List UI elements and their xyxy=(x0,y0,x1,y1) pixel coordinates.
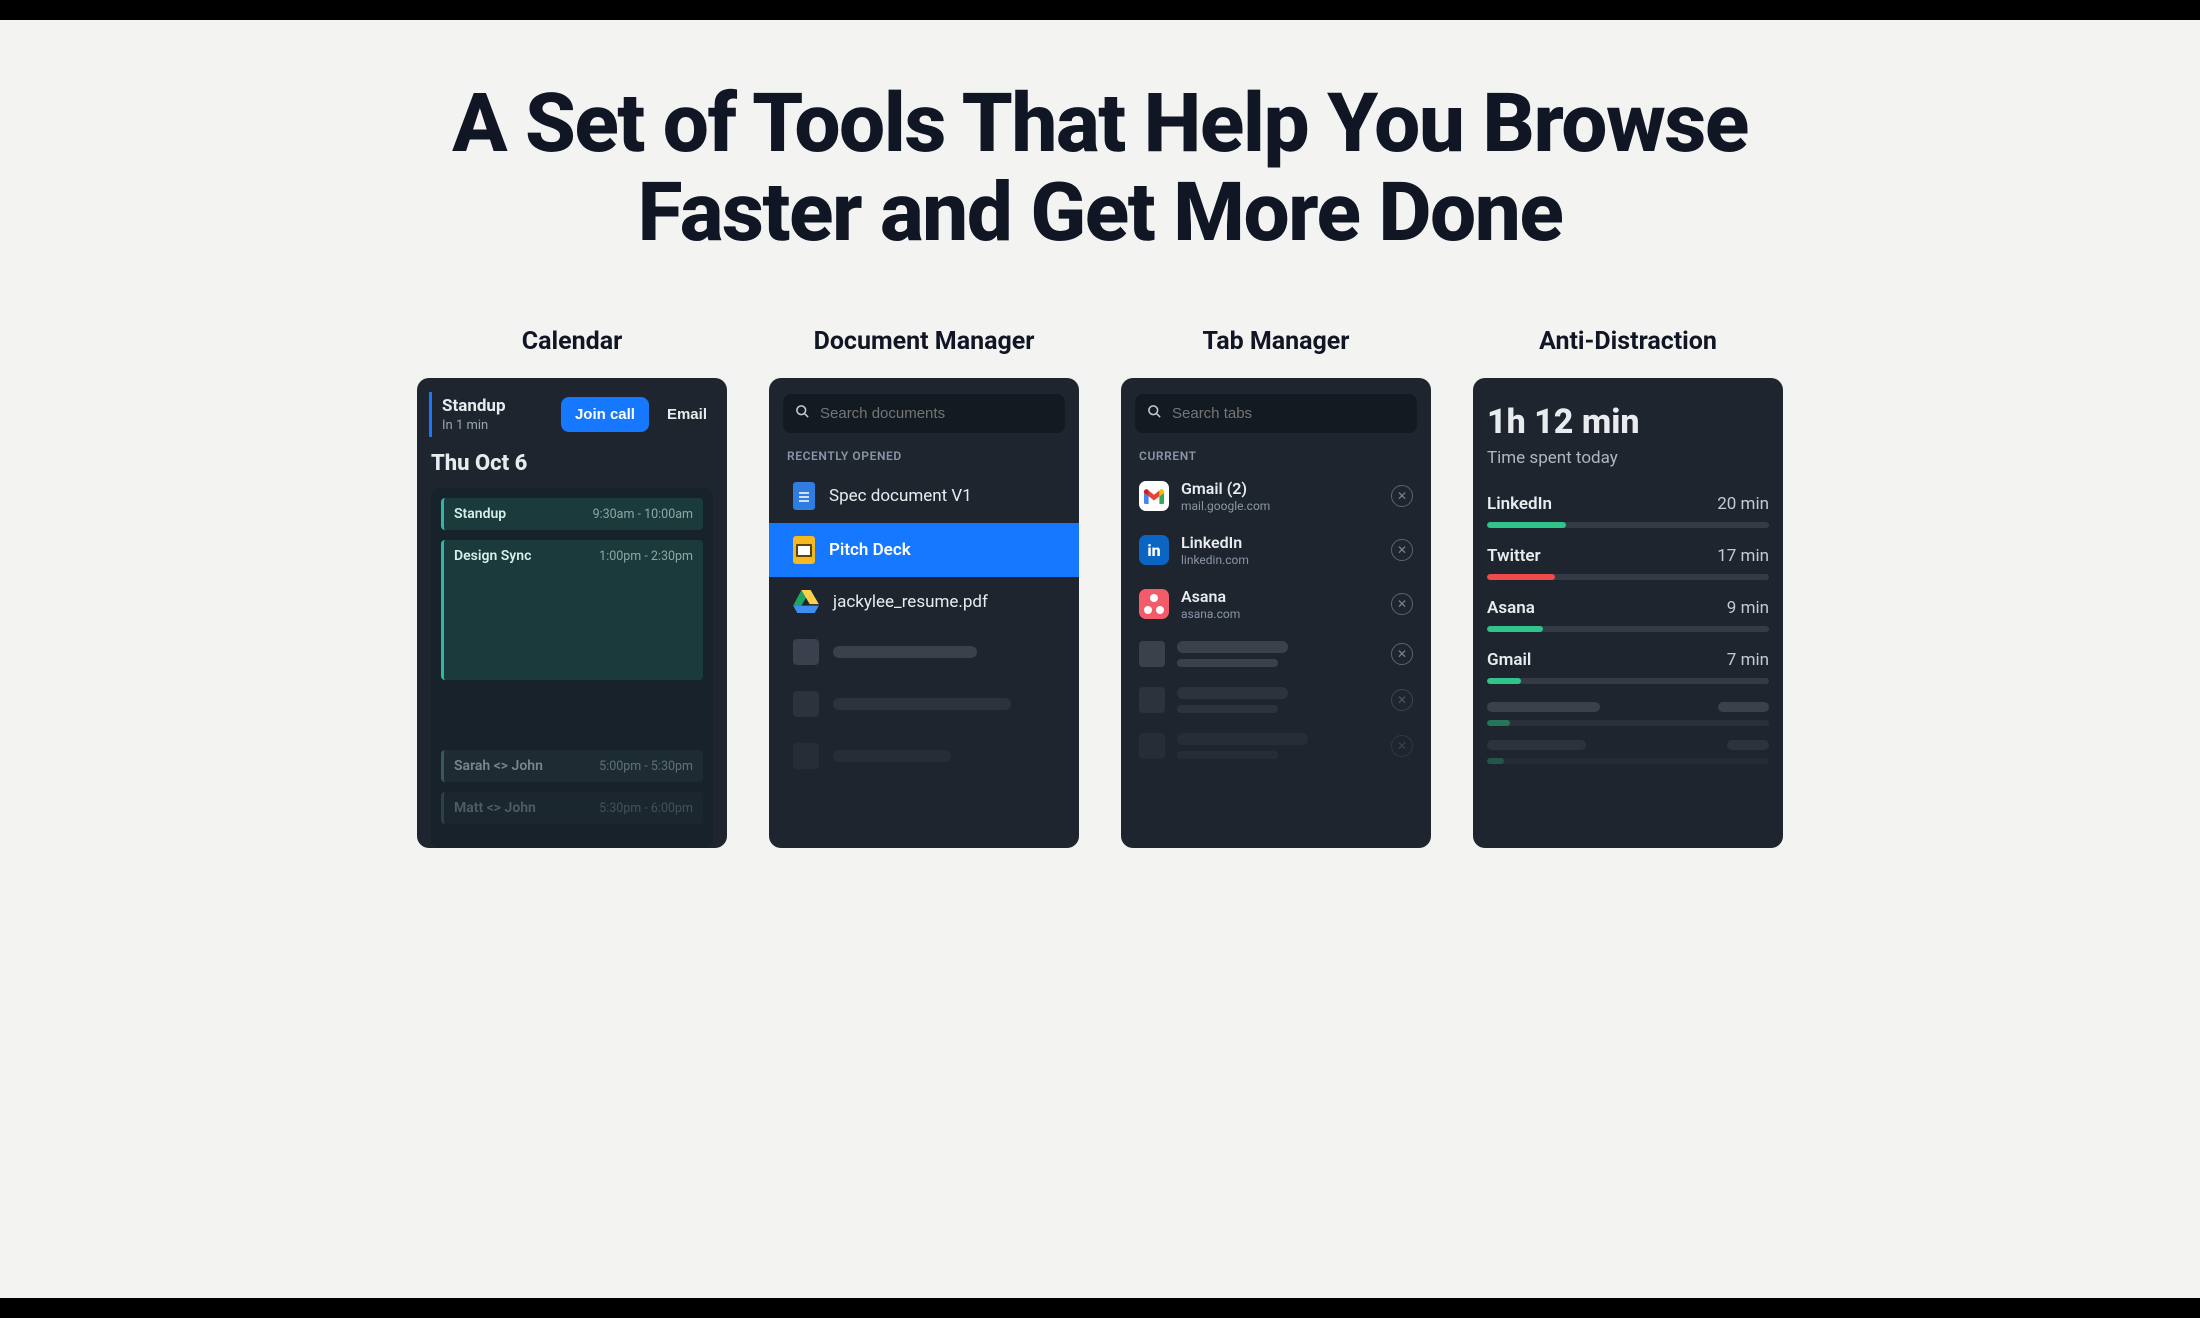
usage-app: Twitter xyxy=(1487,546,1541,566)
usage-app: Gmail xyxy=(1487,650,1531,670)
document-name: jackylee_resume.pdf xyxy=(833,592,988,612)
tab-url: asana.com xyxy=(1181,607,1379,621)
calendar-day-view[interactable]: Standup 9:30am - 10:00am Design Sync 1:0… xyxy=(431,488,713,848)
usage-bar xyxy=(1487,522,1769,528)
tab-url: linkedin.com xyxy=(1181,553,1379,567)
document-item-selected[interactable]: Pitch Deck xyxy=(769,523,1079,577)
calendar-event[interactable]: Standup 9:30am - 10:00am xyxy=(441,498,703,530)
event-time: 5:30pm - 6:00pm xyxy=(599,801,693,816)
document-skeleton xyxy=(783,730,1065,782)
tab-item[interactable]: in LinkedIn linkedin.com ✕ xyxy=(1135,523,1417,577)
tab-title: LinkedIn xyxy=(1181,533,1379,552)
tab-skeleton: ✕ xyxy=(1135,723,1417,769)
document-item[interactable]: jackylee_resume.pdf xyxy=(783,577,1065,626)
usage-app: Asana xyxy=(1487,598,1535,618)
close-tab-button[interactable]: ✕ xyxy=(1391,593,1413,615)
anti-card-title: Anti-Distraction xyxy=(1539,327,1717,356)
usage-time: 7 min xyxy=(1727,650,1769,670)
event-title: Sarah <> John xyxy=(454,758,543,774)
calendar-event[interactable]: Design Sync 1:00pm - 2:30pm xyxy=(441,540,703,680)
usage-bar xyxy=(1487,758,1769,764)
usage-bar xyxy=(1487,574,1769,580)
time-spent-total: 1h 12 min xyxy=(1487,402,1769,442)
usage-bar xyxy=(1487,720,1769,726)
document-name: Pitch Deck xyxy=(829,540,911,560)
tab-item[interactable]: Gmail (2) mail.google.com ✕ xyxy=(1135,469,1417,523)
calendar-card-title: Calendar xyxy=(522,327,622,356)
usage-time: 17 min xyxy=(1717,546,1769,566)
usage-bar xyxy=(1487,626,1769,632)
gmail-icon xyxy=(1139,481,1169,511)
document-skeleton xyxy=(783,678,1065,730)
calendar-event[interactable]: Sarah <> John 5:00pm - 5:30pm xyxy=(441,750,703,782)
close-tab-button[interactable]: ✕ xyxy=(1391,735,1413,757)
next-event-name: Standup xyxy=(442,396,551,416)
anti-distraction-card: 1h 12 min Time spent today LinkedIn 20 m… xyxy=(1473,378,1783,848)
join-call-button[interactable]: Join call xyxy=(561,397,649,432)
event-title: Standup xyxy=(454,506,506,522)
calendar-date: Thu Oct 6 xyxy=(431,451,713,476)
calendar-next-event: Standup In 1 min Join call Email xyxy=(429,392,715,437)
documents-card-title: Document Manager xyxy=(814,327,1035,356)
document-item[interactable]: Spec document V1 xyxy=(783,469,1065,523)
asana-icon xyxy=(1139,589,1169,619)
tab-title: Asana xyxy=(1181,587,1379,606)
tabs-section-label: CURRENT xyxy=(1139,449,1417,463)
documents-card: RECENTLY OPENED Spec document V1 Pitch D… xyxy=(769,378,1079,848)
tab-item[interactable]: Asana asana.com ✕ xyxy=(1135,577,1417,631)
close-tab-button[interactable]: ✕ xyxy=(1391,689,1413,711)
next-event-countdown: In 1 min xyxy=(442,418,551,433)
document-skeleton xyxy=(783,626,1065,678)
calendar-event[interactable]: Matt <> John 5:30pm - 6:00pm xyxy=(441,792,703,824)
usage-time: 9 min xyxy=(1727,598,1769,618)
usage-row[interactable]: Asana 9 min xyxy=(1487,598,1769,632)
page-headline: A Set of Tools That Help You Browse Fast… xyxy=(400,80,1800,257)
search-icon xyxy=(1147,404,1162,423)
tab-skeleton: ✕ xyxy=(1135,631,1417,677)
calendar-card: Standup In 1 min Join call Email Thu Oct… xyxy=(417,378,727,848)
event-time: 1:00pm - 2:30pm xyxy=(599,549,693,564)
linkedin-icon: in xyxy=(1139,535,1169,565)
documents-section-label: RECENTLY OPENED xyxy=(787,449,1065,463)
close-tab-button[interactable]: ✕ xyxy=(1391,485,1413,507)
tabs-card: CURRENT Gmail (2) mail.google.com ✕ in L… xyxy=(1121,378,1431,848)
time-spent-subtitle: Time spent today xyxy=(1487,448,1769,468)
search-icon xyxy=(795,404,810,423)
usage-row[interactable]: Twitter 17 min xyxy=(1487,546,1769,580)
documents-search-input[interactable] xyxy=(820,405,1053,422)
tabs-card-title: Tab Manager xyxy=(1203,327,1350,356)
usage-app: LinkedIn xyxy=(1487,494,1552,514)
usage-bar xyxy=(1487,678,1769,684)
google-doc-icon xyxy=(793,482,815,510)
tab-skeleton: ✕ xyxy=(1135,677,1417,723)
document-name: Spec document V1 xyxy=(829,486,972,506)
tab-title: Gmail (2) xyxy=(1181,479,1379,498)
tabs-search-input[interactable] xyxy=(1172,405,1405,422)
usage-time: 20 min xyxy=(1717,494,1769,514)
event-title: Design Sync xyxy=(454,548,531,564)
event-time: 5:00pm - 5:30pm xyxy=(599,759,693,774)
close-tab-button[interactable]: ✕ xyxy=(1391,539,1413,561)
usage-skeleton xyxy=(1487,702,1769,712)
email-button[interactable]: Email xyxy=(659,397,715,432)
usage-skeleton xyxy=(1487,740,1769,750)
close-tab-button[interactable]: ✕ xyxy=(1391,643,1413,665)
usage-row[interactable]: Gmail 7 min xyxy=(1487,650,1769,684)
usage-row[interactable]: LinkedIn 20 min xyxy=(1487,494,1769,528)
google-drive-icon xyxy=(793,590,819,613)
documents-search[interactable] xyxy=(783,394,1065,433)
event-time: 9:30am - 10:00am xyxy=(593,507,693,522)
google-slides-icon xyxy=(793,536,815,564)
event-title: Matt <> John xyxy=(454,800,536,816)
tabs-search[interactable] xyxy=(1135,394,1417,433)
tab-url: mail.google.com xyxy=(1181,499,1379,513)
